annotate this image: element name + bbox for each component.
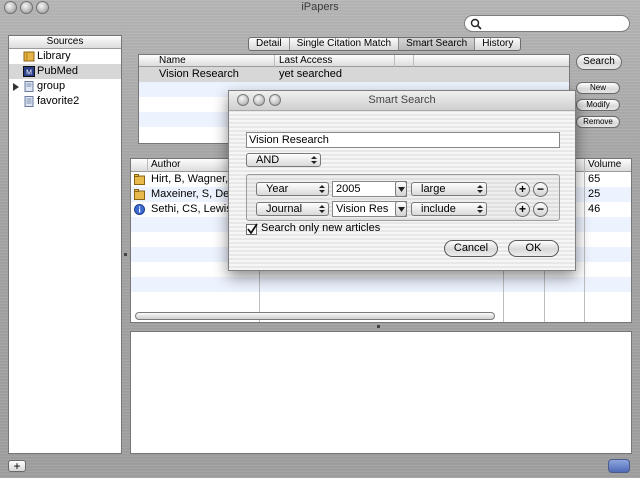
search-name-cell: Vision Research (159, 68, 239, 80)
volume-cell: 46 (588, 203, 601, 215)
title-bar: iPapers (0, 0, 640, 16)
document-icon (24, 96, 34, 107)
criterion-value-combo[interactable]: Vision Res (332, 201, 407, 217)
volume-cell: 65 (588, 173, 601, 185)
chevron-down-icon (398, 187, 405, 192)
checkmark-icon (247, 223, 258, 235)
new-articles-label[interactable]: Search only new articles (261, 222, 380, 234)
table-header: Name Last Access (139, 55, 569, 67)
search-name-field[interactable]: Vision Research (246, 132, 560, 148)
detail-pane (130, 331, 632, 454)
column-header-volume[interactable]: Volume (588, 159, 621, 170)
disclosure-triangle-icon[interactable] (13, 83, 19, 91)
group-icon (24, 81, 34, 92)
resize-handle[interactable] (608, 459, 630, 473)
criterion-modifier-popup[interactable]: include (411, 202, 487, 216)
source-item-group[interactable]: group (9, 79, 121, 94)
split-handle[interactable] (377, 325, 380, 328)
criterion-modifier-value: large (421, 183, 446, 195)
plus-icon: + (518, 182, 526, 196)
criteria-group: Year 2005 large + − Journal Vision Res i… (246, 174, 560, 221)
remove-criterion-button[interactable]: − (533, 182, 548, 197)
criterion-modifier-value: include (421, 203, 456, 215)
source-label: Library (37, 50, 71, 62)
volume-cell: 25 (588, 188, 601, 200)
sources-header: Sources (9, 36, 121, 49)
combo-arrow-button[interactable] (395, 181, 407, 197)
search-button[interactable]: Search (576, 54, 622, 70)
add-criterion-button[interactable]: + (515, 182, 530, 197)
plus-icon: + (13, 459, 21, 473)
cancel-button[interactable]: Cancel (444, 240, 498, 257)
criterion-value: Vision Res (336, 203, 389, 215)
source-item-pubmed[interactable]: M PubMed (9, 64, 121, 79)
tab-single-citation-match[interactable]: Single Citation Match (290, 38, 400, 50)
search-field[interactable] (464, 15, 630, 32)
last-access-cell: yet searched (279, 68, 342, 80)
new-articles-checkbox[interactable] (246, 223, 258, 235)
add-source-button[interactable]: + (8, 460, 26, 472)
dialog-title-bar: Smart Search (229, 91, 575, 111)
svg-text:M: M (26, 70, 32, 77)
ok-button[interactable]: OK (508, 240, 559, 257)
horizontal-scrollbar[interactable] (135, 312, 629, 321)
criterion-value-combo[interactable]: 2005 (332, 181, 407, 197)
view-tabs: Detail Single Citation Match Smart Searc… (248, 37, 522, 51)
smart-search-dialog: Smart Search Vision Research AND Year 20… (228, 90, 576, 271)
source-item-favorite2[interactable]: favorite2 (9, 94, 121, 109)
tab-detail[interactable]: Detail (249, 38, 290, 50)
main-window: iPapers Sources Library M PubMed group f… (0, 0, 640, 478)
operator-value: AND (256, 154, 280, 166)
criterion-field-value: Year (266, 183, 289, 195)
info-icon (134, 204, 145, 215)
search-input[interactable] (485, 17, 625, 30)
chevron-down-icon (398, 207, 405, 212)
column-header-author[interactable]: Author (151, 159, 180, 170)
column-header-last-access[interactable]: Last Access (279, 55, 332, 66)
popup-arrows-icon (477, 185, 483, 193)
popup-arrows-icon (311, 156, 317, 164)
column-header-name[interactable]: Name (159, 55, 186, 66)
operator-popup[interactable]: AND (246, 153, 321, 167)
scrollbar-thumb[interactable] (135, 312, 495, 320)
tab-history[interactable]: History (475, 38, 520, 50)
minus-icon: − (536, 202, 544, 216)
modify-button[interactable]: Modify (576, 99, 620, 111)
criterion-field-popup[interactable]: Journal (256, 202, 329, 216)
add-criterion-button[interactable]: + (515, 202, 530, 217)
remove-button[interactable]: Remove (576, 116, 620, 128)
dialog-title: Smart Search (368, 94, 436, 106)
tab-smart-search[interactable]: Smart Search (399, 38, 476, 50)
author-cell: Sethi, CS, Lewis, G (151, 203, 239, 215)
remove-criterion-button[interactable]: − (533, 202, 548, 217)
source-item-library[interactable]: Library (9, 49, 121, 64)
popup-arrows-icon (319, 185, 325, 193)
folder-icon (134, 174, 145, 185)
pubmed-icon: M (23, 66, 35, 77)
combo-arrow-button[interactable] (395, 201, 407, 217)
popup-arrows-icon (477, 205, 483, 213)
source-label: group (37, 80, 66, 92)
folder-icon (134, 189, 145, 200)
search-icon (470, 18, 482, 30)
source-label: favorite2 (37, 95, 80, 107)
popup-arrows-icon (319, 205, 325, 213)
window-title: iPapers (301, 1, 339, 13)
author-cell: Hirt, B, Wagner, H (151, 173, 239, 185)
author-cell: Maxeiner, S, Ded (151, 188, 236, 200)
criterion-field-value: Journal (266, 203, 303, 215)
source-label: PubMed (37, 65, 78, 77)
table-row[interactable]: Vision Research yet searched (139, 67, 569, 82)
new-button[interactable]: New (576, 82, 620, 94)
plus-icon: + (518, 202, 526, 216)
minus-icon: − (536, 182, 544, 196)
library-icon (23, 51, 35, 62)
split-handle[interactable] (124, 253, 127, 256)
criterion-modifier-popup[interactable]: large (411, 182, 487, 196)
sources-panel: Sources Library M PubMed group favorite2 (8, 35, 122, 454)
criterion-field-popup[interactable]: Year (256, 182, 329, 196)
criterion-value: 2005 (336, 183, 361, 195)
